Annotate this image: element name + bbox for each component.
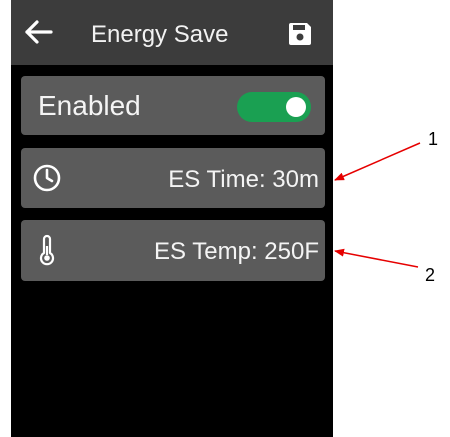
es-time-value: ES Time: 30m	[168, 166, 319, 193]
es-temp-value: ES Temp: 250F	[154, 238, 319, 265]
device-screen: Energy Save Enabled ES Time: 30m ES Temp…	[11, 0, 333, 437]
enabled-label: Enabled	[38, 90, 141, 121]
back-button[interactable]	[23, 16, 55, 48]
thermometer-icon	[31, 234, 63, 266]
callout-1-arrow	[334, 142, 421, 181]
floppy-disk-icon	[289, 23, 311, 45]
callout-2-arrow	[334, 248, 419, 268]
enabled-toggle[interactable]	[237, 92, 311, 122]
toggle-knob	[286, 97, 306, 117]
callout-label-1: 1	[428, 129, 439, 149]
page-title: Energy Save	[91, 21, 229, 48]
save-button[interactable]	[287, 21, 313, 47]
arrow-left-icon	[25, 20, 53, 44]
top-bar: Energy Save	[11, 0, 333, 65]
es-temp-row[interactable]: ES Temp: 250F	[21, 220, 325, 281]
es-time-row[interactable]: ES Time: 30m	[21, 148, 325, 208]
enabled-row[interactable]: Enabled	[21, 76, 325, 135]
clock-icon	[31, 162, 63, 194]
callout-label-2: 2	[425, 265, 436, 285]
